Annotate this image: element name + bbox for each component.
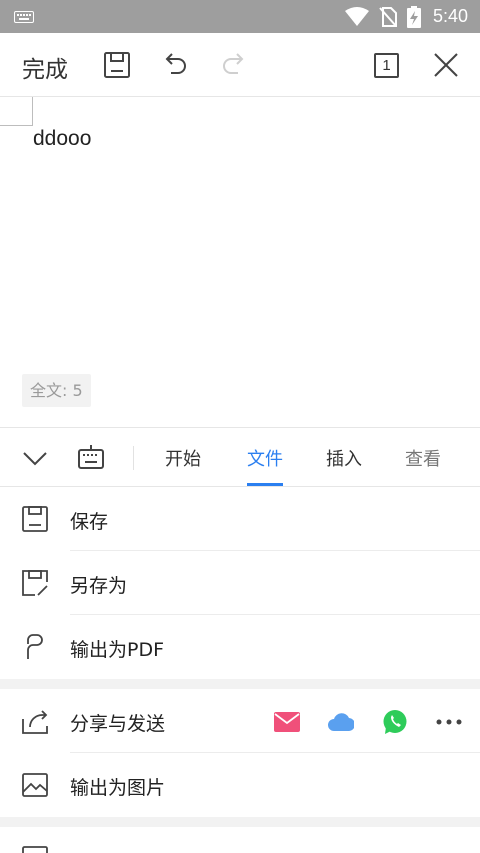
keyboard-icon[interactable] xyxy=(77,444,105,472)
menu-item-save-as[interactable]: 另存为 xyxy=(0,551,480,615)
menu-item-label: 输出为PDF xyxy=(70,639,165,661)
redo-icon[interactable] xyxy=(218,49,250,81)
section-gap xyxy=(0,679,480,689)
page-corner-mark xyxy=(0,97,33,126)
tab-view[interactable]: 查看 xyxy=(405,445,441,471)
battery-charging-icon xyxy=(406,5,421,28)
tab-separator xyxy=(133,446,134,470)
page-indicator-button[interactable]: 1 xyxy=(374,53,399,78)
clock: 5:40 xyxy=(432,6,468,26)
share-icon xyxy=(22,710,48,734)
document-icon xyxy=(22,846,48,853)
image-icon xyxy=(22,773,48,797)
menu-item-next[interactable] xyxy=(0,827,480,853)
whatsapp-icon[interactable] xyxy=(382,709,408,735)
save-icon[interactable] xyxy=(101,49,133,81)
ribbon-tab-bar: 开始 文件 插入 查看 xyxy=(0,427,480,487)
document-text[interactable]: ddooo xyxy=(33,127,91,151)
no-sim-icon xyxy=(379,6,397,27)
menu-item-label: 保存 xyxy=(70,511,109,533)
top-toolbar: 完成 1 xyxy=(0,33,480,97)
mail-icon[interactable] xyxy=(274,712,300,732)
close-icon[interactable] xyxy=(430,49,462,81)
save-icon xyxy=(22,506,48,532)
document-canvas[interactable]: ddooo 全文: 5 xyxy=(0,97,480,427)
pdf-icon xyxy=(27,634,43,659)
word-count-badge: 全文: 5 xyxy=(22,374,91,407)
menu-item-label: 另存为 xyxy=(70,575,128,597)
save-as-icon xyxy=(22,570,48,596)
chevron-down-icon[interactable] xyxy=(22,446,48,470)
tab-start[interactable]: 开始 xyxy=(165,445,201,471)
menu-item-export-image[interactable]: 输出为图片 xyxy=(0,753,480,817)
menu-item-label: 分享与发送 xyxy=(70,713,166,735)
menu-item-save[interactable]: 保存 xyxy=(0,487,480,551)
more-icon[interactable] xyxy=(436,719,462,725)
tab-file[interactable]: 文件 xyxy=(247,445,283,471)
page-number: 1 xyxy=(382,57,391,74)
share-targets xyxy=(274,709,462,735)
section-gap xyxy=(0,817,480,827)
tab-insert[interactable]: 插入 xyxy=(326,445,362,471)
undo-icon[interactable] xyxy=(159,49,191,81)
keyboard-indicator-icon xyxy=(14,11,34,23)
done-button[interactable]: 完成 xyxy=(22,50,68,84)
file-menu: 保存 另存为 输出为PDF 分享与发送 输出为图片 xyxy=(0,487,480,853)
menu-item-export-pdf[interactable]: 输出为PDF xyxy=(0,615,480,679)
wifi-icon xyxy=(344,6,369,26)
menu-item-label: 输出为图片 xyxy=(70,777,166,799)
active-tab-indicator xyxy=(247,483,283,486)
menu-item-share[interactable]: 分享与发送 xyxy=(0,689,480,753)
status-bar: 5:40 xyxy=(0,0,480,33)
cloud-icon[interactable] xyxy=(328,713,354,731)
